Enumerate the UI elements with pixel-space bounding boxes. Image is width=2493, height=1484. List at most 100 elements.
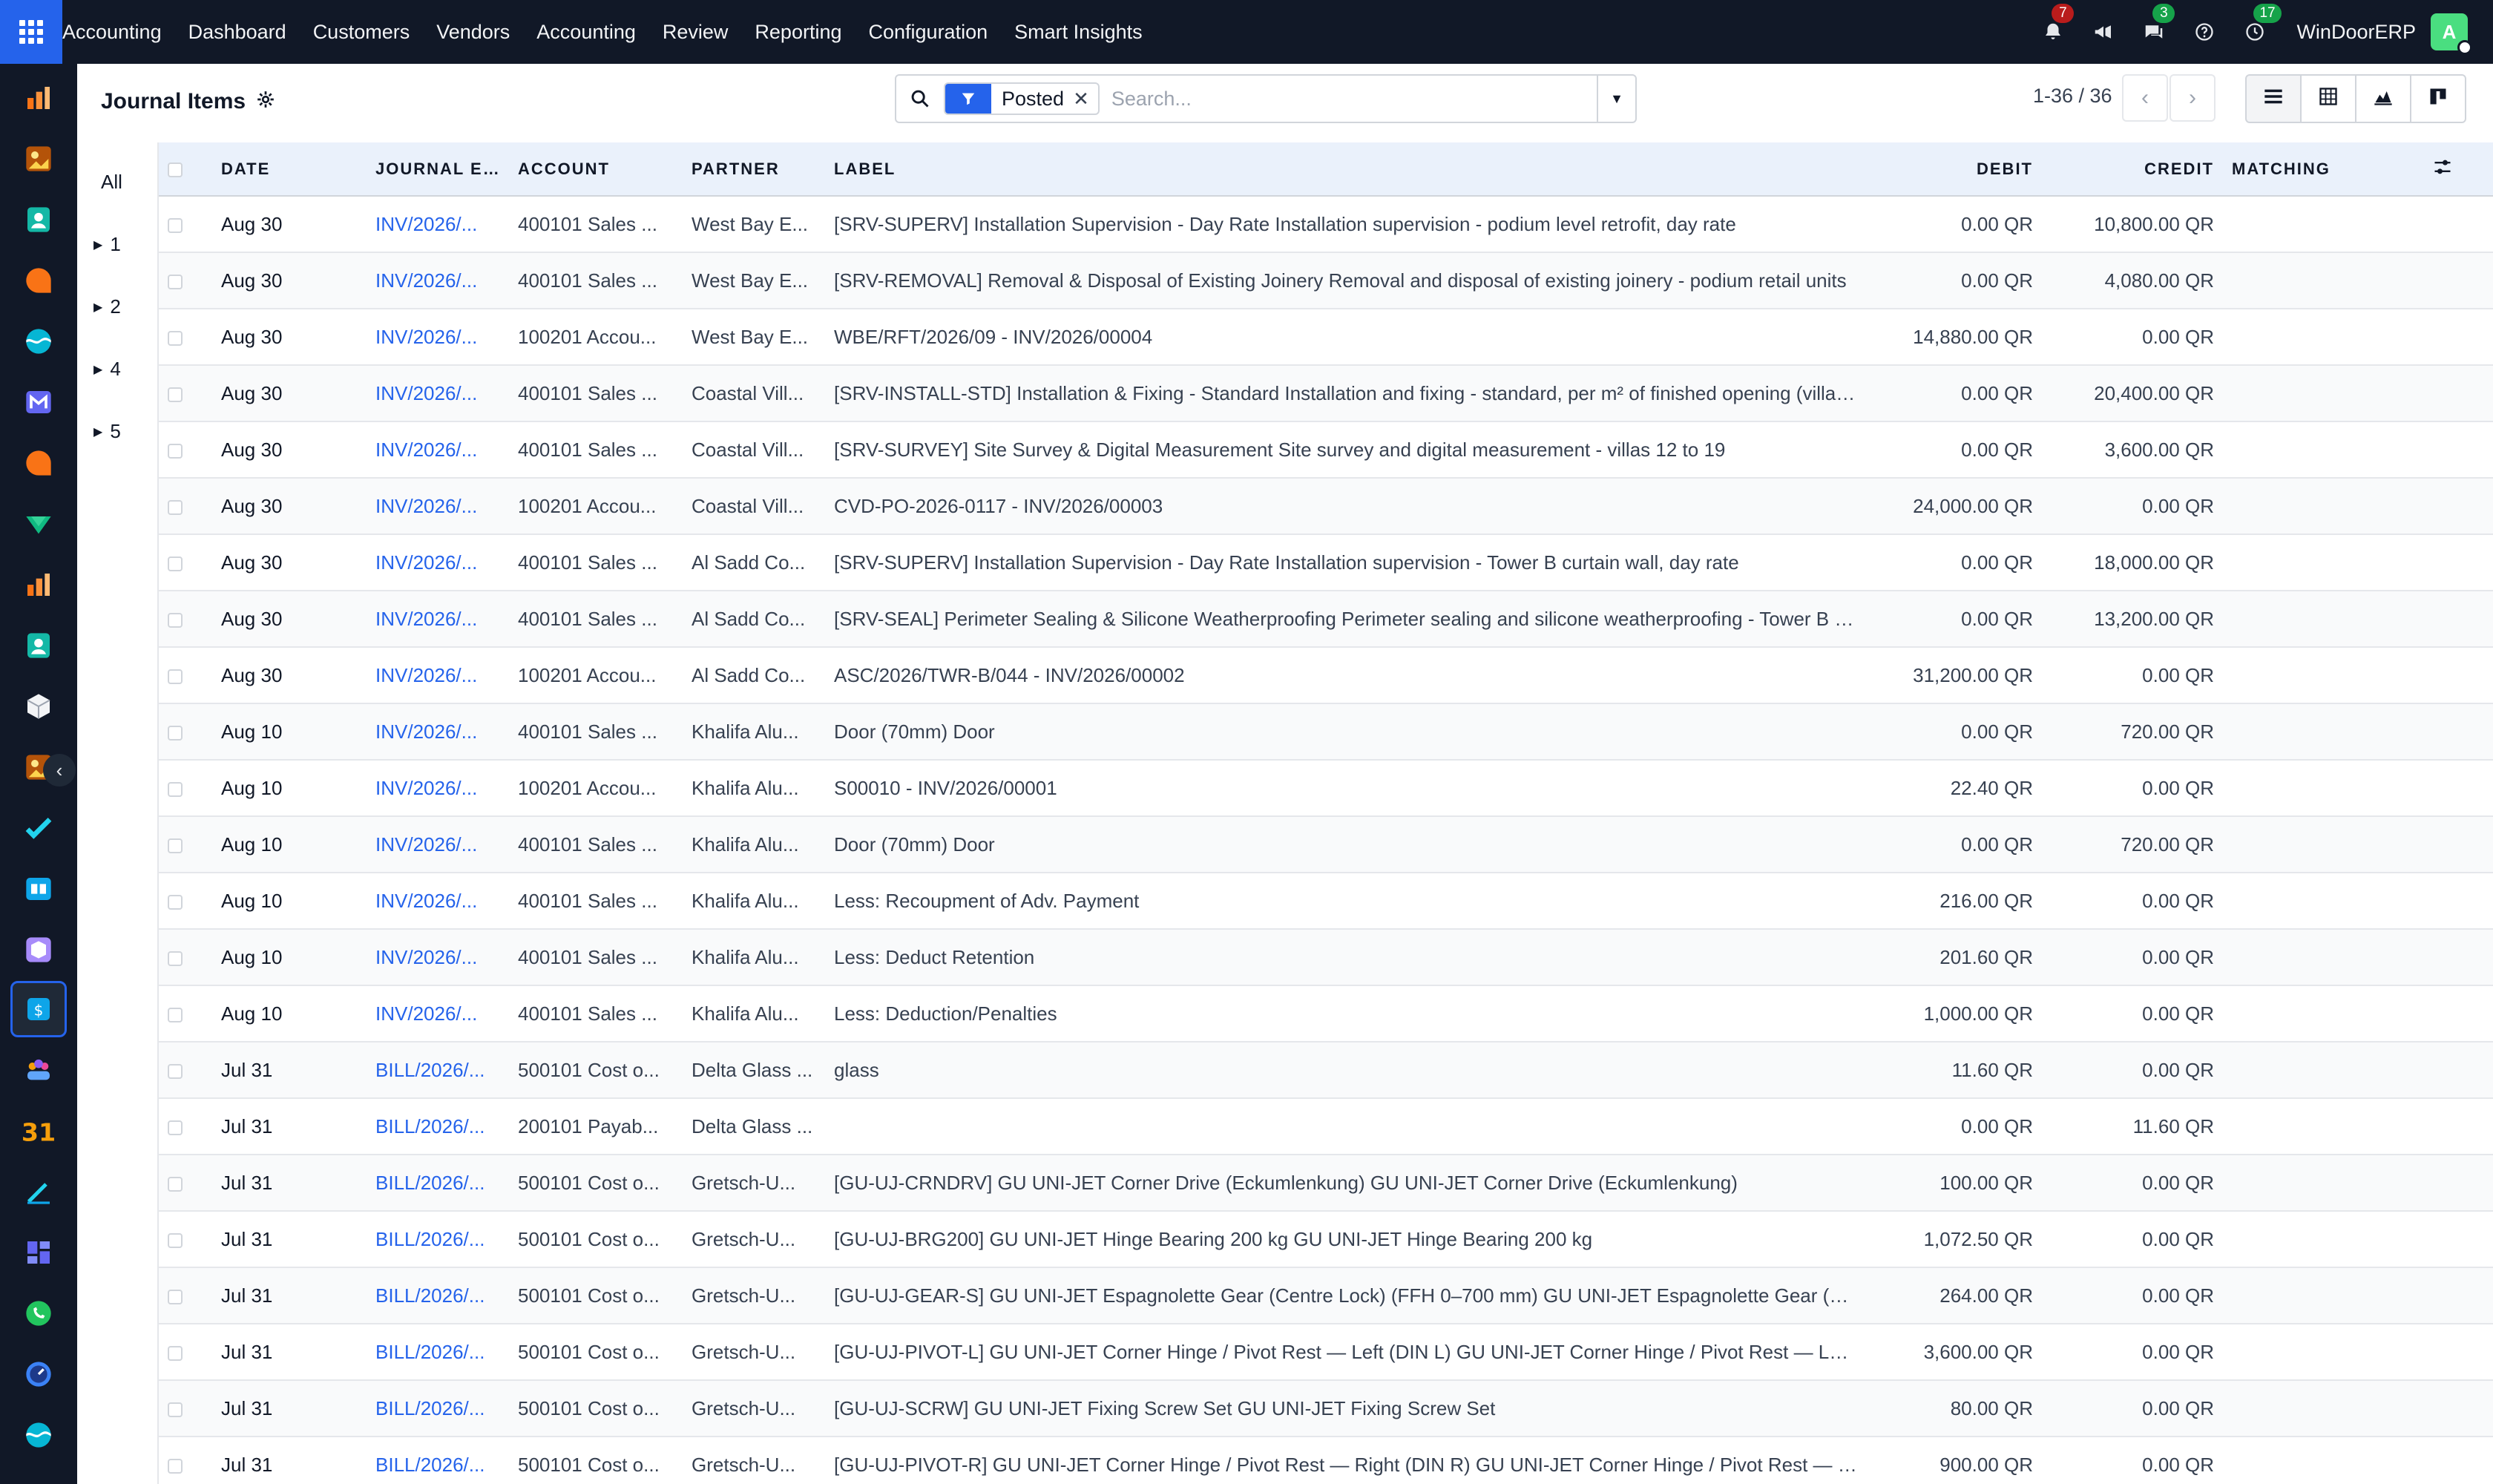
cell-journal-entry[interactable]: BILL/2026/...	[367, 1324, 509, 1380]
pager-value[interactable]: 1-36 / 36	[2033, 85, 2112, 108]
table-row[interactable]: Aug 10 INV/2026/... 400101 Sales ... Khalif…	[159, 703, 2493, 760]
close-icon[interactable]: ✕	[1073, 88, 1098, 111]
cube-app-icon[interactable]	[19, 930, 58, 969]
row-checkbox[interactable]	[159, 365, 212, 421]
megaphone-icon[interactable]	[2089, 17, 2118, 47]
wave-app-icon[interactable]	[19, 322, 58, 361]
column-date[interactable]: DATE	[212, 142, 367, 197]
cell-journal-entry[interactable]: INV/2026/...	[367, 534, 509, 591]
table-row[interactable]: Aug 10 INV/2026/... 100201 Accou... Khalifa…	[159, 760, 2493, 816]
box-app-icon[interactable]	[19, 687, 58, 726]
table-row[interactable]: Aug 30 INV/2026/... 100201 Accou... Al Sadd…	[159, 647, 2493, 703]
cell-journal-entry[interactable]: INV/2026/...	[367, 478, 509, 534]
row-checkbox[interactable]	[159, 591, 212, 647]
dashboard-app-icon[interactable]	[19, 1233, 58, 1272]
row-checkbox[interactable]	[159, 929, 212, 985]
bell-icon[interactable]: 7	[2038, 4, 2075, 47]
search-input[interactable]	[1111, 87, 1557, 111]
menu-accounting[interactable]: Accounting	[523, 0, 649, 64]
table-row[interactable]: Jul 31 BILL/2026/... 500101 Cost o... Grets…	[159, 1155, 2493, 1211]
menu-customers[interactable]: Customers	[300, 0, 424, 64]
book-app-icon[interactable]	[19, 870, 58, 908]
table-row[interactable]: Aug 10 INV/2026/... 400101 Sales ... Khalif…	[159, 929, 2493, 985]
row-checkbox[interactable]	[159, 309, 212, 365]
select-all-checkbox[interactable]	[159, 142, 212, 197]
pager-previous-button[interactable]: ‹	[2122, 74, 2168, 122]
employees-app-icon[interactable]	[19, 1051, 58, 1089]
cell-journal-entry[interactable]: INV/2026/...	[367, 591, 509, 647]
column-partner[interactable]: PARTNER	[683, 142, 825, 197]
group-item[interactable]: ▶ 4	[93, 358, 121, 381]
table-row[interactable]: Aug 30 INV/2026/... 400101 Sales ... Coasta…	[159, 421, 2493, 478]
cell-journal-entry[interactable]: BILL/2026/...	[367, 1098, 509, 1155]
menu-review[interactable]: Review	[649, 0, 742, 64]
table-row[interactable]: Aug 10 INV/2026/... 400101 Sales ... Khalif…	[159, 985, 2493, 1042]
table-row[interactable]: Jul 31 BILL/2026/... 200101 Payab... Delta …	[159, 1098, 2493, 1155]
row-checkbox[interactable]	[159, 1042, 212, 1098]
list-view-button[interactable]	[2245, 74, 2302, 123]
row-checkbox[interactable]	[159, 1155, 212, 1211]
app-menu-button[interactable]	[0, 0, 62, 64]
chart-app-icon-2[interactable]	[19, 565, 58, 604]
column-debit[interactable]: DEBIT	[1867, 142, 2042, 197]
cell-journal-entry[interactable]: INV/2026/...	[367, 929, 509, 985]
row-checkbox[interactable]	[159, 1437, 212, 1484]
company-switcher[interactable]: WinDoorERP	[2296, 21, 2416, 44]
table-row[interactable]: Jul 31 BILL/2026/... 500101 Cost o... Grets…	[159, 1267, 2493, 1324]
row-checkbox[interactable]	[159, 196, 212, 252]
search-icon[interactable]	[896, 88, 944, 109]
chart-app-icon[interactable]	[19, 79, 58, 117]
table-row[interactable]: Jul 31 BILL/2026/... 500101 Cost o... Delta…	[159, 1042, 2493, 1098]
row-checkbox[interactable]	[159, 1380, 212, 1437]
column-account[interactable]: ACCOUNT	[509, 142, 683, 197]
cell-journal-entry[interactable]: INV/2026/...	[367, 985, 509, 1042]
chat-app-icon[interactable]	[19, 261, 58, 300]
table-row[interactable]: Jul 31 BILL/2026/... 500101 Cost o... Grets…	[159, 1211, 2493, 1267]
menu-smart-insights[interactable]: Smart Insights	[1001, 0, 1156, 64]
table-row[interactable]: Aug 30 INV/2026/... 400101 Sales ... Al Sad…	[159, 591, 2493, 647]
cell-journal-entry[interactable]: BILL/2026/...	[367, 1155, 509, 1211]
table-row[interactable]: Aug 30 INV/2026/... 400101 Sales ... West B…	[159, 252, 2493, 309]
pivot-view-button[interactable]	[2300, 74, 2356, 123]
table-row[interactable]: Aug 30 INV/2026/... 400101 Sales ... Coasta…	[159, 365, 2493, 421]
chevron-down-icon[interactable]: ▼	[1597, 76, 1635, 122]
table-row[interactable]: Aug 30 INV/2026/... 100201 Accou... West Ba…	[159, 309, 2493, 365]
table-row[interactable]: Aug 30 INV/2026/... 400101 Sales ... West B…	[159, 196, 2493, 252]
cell-journal-entry[interactable]: BILL/2026/...	[367, 1042, 509, 1098]
tag-app-icon[interactable]	[19, 505, 58, 543]
mail-app-icon[interactable]	[19, 383, 58, 421]
group-item[interactable]: ▶ 2	[93, 295, 121, 318]
cell-journal-entry[interactable]: INV/2026/...	[367, 647, 509, 703]
cell-journal-entry[interactable]: INV/2026/...	[367, 365, 509, 421]
row-checkbox[interactable]	[159, 703, 212, 760]
row-checkbox[interactable]	[159, 760, 212, 816]
column-credit[interactable]: CREDIT	[2042, 142, 2223, 197]
cell-journal-entry[interactable]: BILL/2026/...	[367, 1267, 509, 1324]
table-row[interactable]: Aug 10 INV/2026/... 400101 Sales ... Khalif…	[159, 873, 2493, 929]
column-matching[interactable]: MATCHING	[2223, 142, 2423, 197]
help-icon[interactable]	[2190, 17, 2219, 47]
table-row[interactable]: Jul 31 BILL/2026/... 500101 Cost o... Grets…	[159, 1437, 2493, 1484]
row-checkbox[interactable]	[159, 252, 212, 309]
clock-app-icon[interactable]	[19, 1355, 58, 1393]
clock-icon[interactable]: 17	[2240, 4, 2282, 47]
whatsapp-app-icon[interactable]	[19, 1294, 58, 1333]
kanban-view-button[interactable]	[2410, 74, 2466, 123]
row-checkbox[interactable]	[159, 647, 212, 703]
table-row[interactable]: Jul 31 BILL/2026/... 500101 Cost o... Grets…	[159, 1380, 2493, 1437]
wave-app-icon-2[interactable]	[19, 1416, 58, 1454]
column-journal-entry[interactable]: JOURNAL E...	[367, 142, 509, 197]
filter-facet[interactable]: Posted ✕	[944, 82, 1100, 115]
calendar-app-icon[interactable]: 31	[19, 1112, 58, 1150]
table-row[interactable]: Aug 30 INV/2026/... 100201 Accou... Coastal…	[159, 478, 2493, 534]
cell-journal-entry[interactable]: INV/2026/...	[367, 760, 509, 816]
table-row[interactable]: Jul 31 BILL/2026/... 500101 Cost o... Grets…	[159, 1324, 2493, 1380]
pager-next-button[interactable]: ›	[2170, 74, 2216, 122]
cell-journal-entry[interactable]: BILL/2026/...	[367, 1437, 509, 1484]
menu-reporting[interactable]: Reporting	[741, 0, 855, 64]
menu-dashboard[interactable]: Dashboard	[175, 0, 300, 64]
row-checkbox[interactable]	[159, 478, 212, 534]
contacts-app-icon-2[interactable]	[19, 626, 58, 665]
gear-icon[interactable]	[256, 90, 275, 114]
cell-journal-entry[interactable]: INV/2026/...	[367, 252, 509, 309]
